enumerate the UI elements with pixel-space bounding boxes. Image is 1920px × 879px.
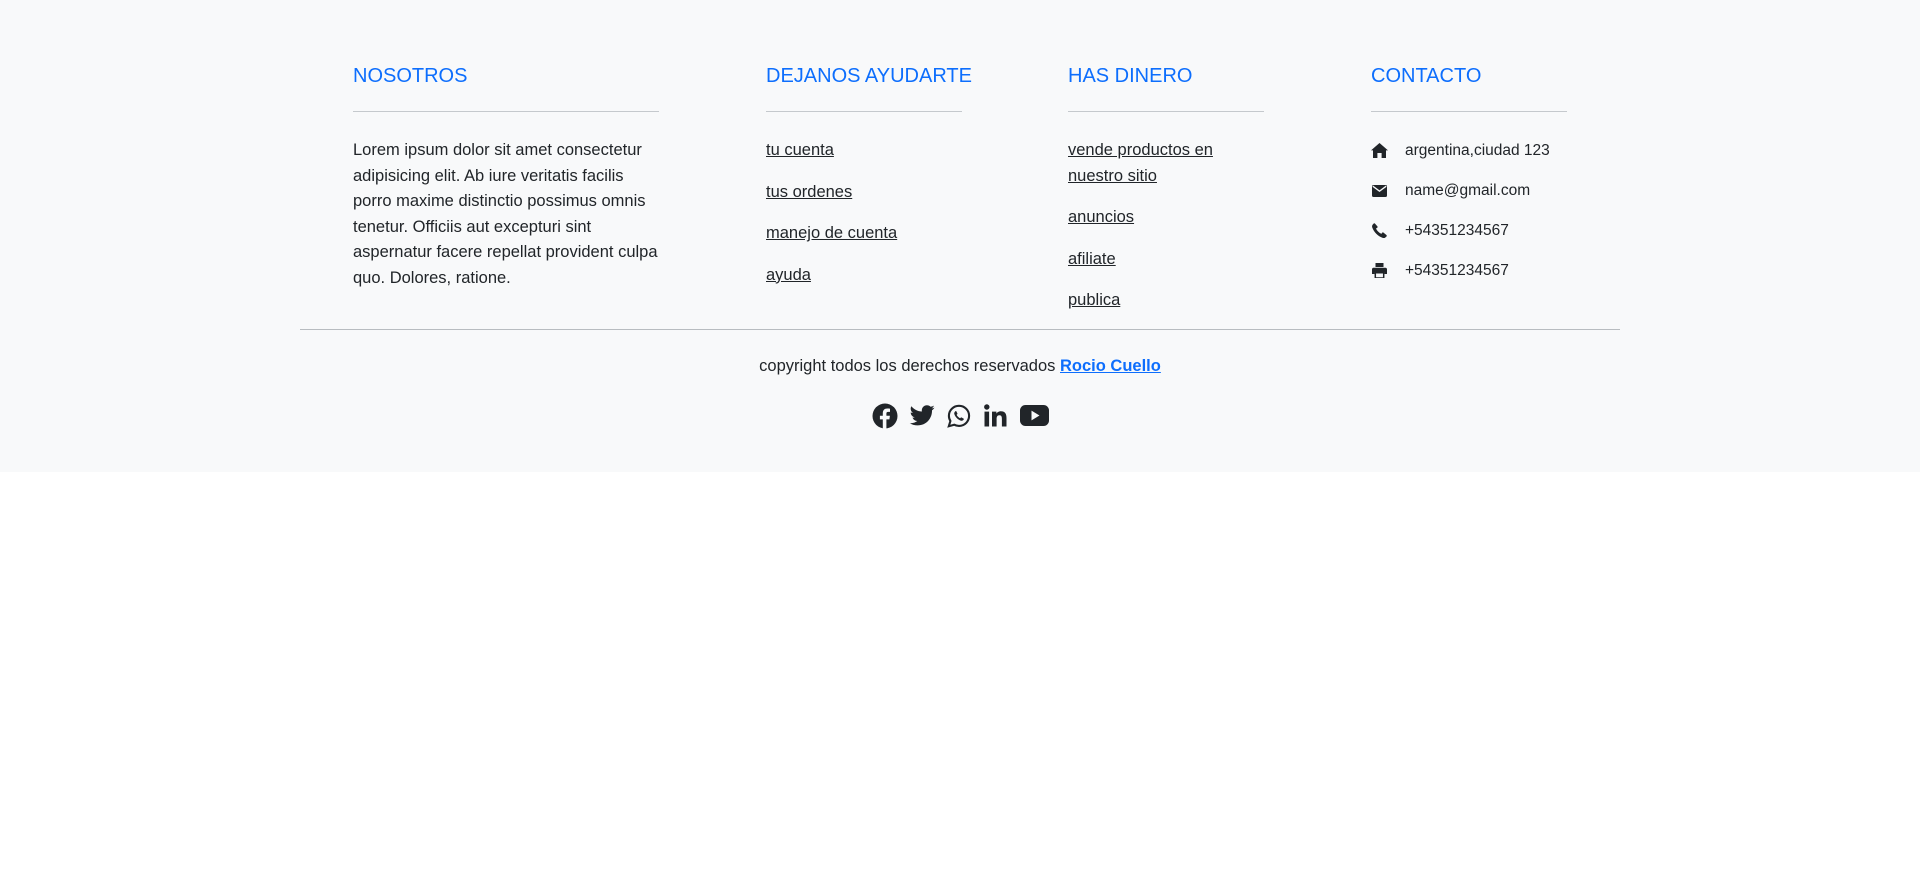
ayuda-title: DEJANOS AYUDARTE <box>766 65 972 87</box>
copyright: copyright todos los derechos reservados … <box>0 354 1920 379</box>
ayuda-links: tu cuenta tus ordenes manejo de cuenta a… <box>766 138 962 288</box>
copyright-text: copyright todos los derechos reservados <box>759 357 1056 375</box>
link-tus-ordenes[interactable]: tus ordenes <box>766 183 852 201</box>
dinero-title: HAS DINERO <box>1068 65 1193 87</box>
divider <box>353 111 659 112</box>
phone-icon <box>1371 222 1388 239</box>
dinero-column: HAS DINERO vende productos en nuestro si… <box>1068 64 1264 330</box>
link-tu-cuenta[interactable]: tu cuenta <box>766 141 834 159</box>
linkedin-icon[interactable] <box>982 402 1009 429</box>
link-afiliate[interactable]: afiliate <box>1068 250 1116 268</box>
whatsapp-icon[interactable] <box>945 402 972 429</box>
link-publica[interactable]: publica <box>1068 291 1120 309</box>
ayuda-column: DEJANOS AYUDARTE tu cuenta tus ordenes m… <box>766 64 972 304</box>
contact-list: argentina,ciudad 123 name@gmail.com +543… <box>1371 138 1567 283</box>
footer-divider <box>300 329 1620 330</box>
contact-fax-text: +54351234567 <box>1405 261 1509 279</box>
contact-phone: +54351234567 <box>1371 218 1567 243</box>
contact-address-text: argentina,ciudad 123 <box>1405 141 1550 159</box>
contact-phone-text: +54351234567 <box>1405 221 1509 239</box>
contact-email: name@gmail.com <box>1371 178 1567 203</box>
nosotros-title: NOSOTROS <box>353 65 468 87</box>
twitter-icon[interactable] <box>908 402 935 429</box>
footer: NOSOTROS Lorem ipsum dolor sit amet cons… <box>0 0 1920 472</box>
link-ayuda[interactable]: ayuda <box>766 266 811 284</box>
contacto-title: CONTACTO <box>1371 65 1482 87</box>
about-text: Lorem ipsum dolor sit amet consectetur a… <box>353 141 658 287</box>
author-link[interactable]: Rocio Cuello <box>1060 357 1161 375</box>
home-icon <box>1371 142 1388 159</box>
envelope-icon <box>1371 182 1388 199</box>
divider <box>1371 111 1567 112</box>
link-anuncios[interactable]: anuncios <box>1068 208 1134 226</box>
youtube-icon[interactable] <box>1019 402 1049 429</box>
nosotros-column: NOSOTROS Lorem ipsum dolor sit amet cons… <box>353 64 659 308</box>
dinero-links: vende productos en nuestro sitio anuncio… <box>1068 138 1264 314</box>
contacto-column: CONTACTO argentina,ciudad 123 name@gmail… <box>1371 64 1567 298</box>
divider <box>766 111 962 112</box>
social-icons <box>0 402 1920 429</box>
contact-address: argentina,ciudad 123 <box>1371 138 1567 163</box>
print-icon <box>1371 262 1388 279</box>
divider <box>1068 111 1264 112</box>
contact-email-text: name@gmail.com <box>1405 181 1531 199</box>
link-manejo-de-cuenta[interactable]: manejo de cuenta <box>766 224 897 242</box>
contact-fax: +54351234567 <box>1371 258 1567 283</box>
link-vende-productos[interactable]: vende productos en nuestro sitio <box>1068 141 1213 185</box>
facebook-icon[interactable] <box>871 402 898 429</box>
